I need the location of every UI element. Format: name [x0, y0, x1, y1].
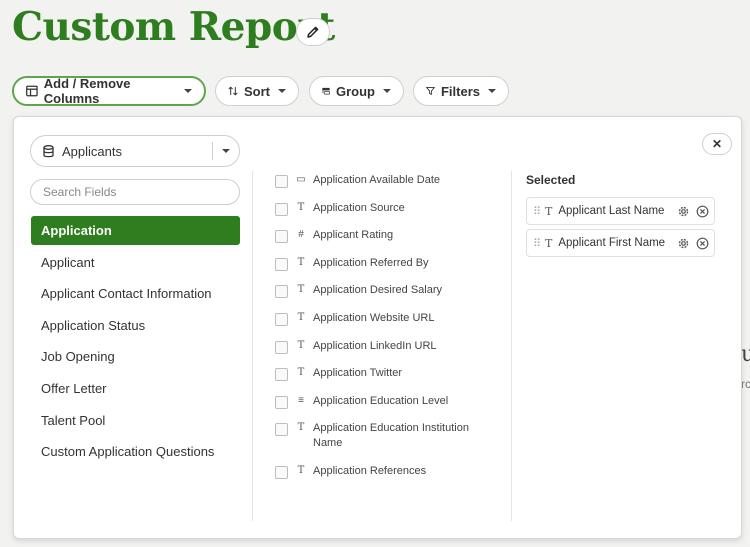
- category-item[interactable]: Application Status: [31, 311, 240, 340]
- page-title: Custom Report: [12, 4, 335, 50]
- field-label: Application Education Institution Name: [313, 422, 469, 449]
- field-option[interactable]: # Applicant Rating: [275, 228, 485, 243]
- field-checkbox[interactable]: [275, 230, 288, 243]
- chevron-down-icon: [383, 89, 391, 93]
- dropdown-toggle[interactable]: [213, 149, 239, 153]
- chevron-down-icon: [278, 89, 286, 93]
- sort-button[interactable]: Sort: [215, 76, 299, 106]
- field-option[interactable]: T Application Referred By: [275, 256, 485, 271]
- drag-handle-icon[interactable]: ⠿: [533, 205, 541, 218]
- category-item[interactable]: Applicant Contact Information: [31, 279, 240, 308]
- column-divider: [511, 171, 512, 521]
- field-checkbox[interactable]: [275, 341, 288, 354]
- database-icon: [43, 144, 54, 157]
- category-item[interactable]: Offer Letter: [31, 374, 240, 403]
- field-label: Application Referred By: [313, 257, 429, 269]
- sort-icon: [228, 86, 238, 96]
- group-button[interactable]: Group: [309, 76, 404, 106]
- chevron-down-icon: [184, 89, 192, 93]
- field-checkbox[interactable]: [275, 368, 288, 381]
- columns-panel: Applicants ApplicationApplicantApplicant…: [13, 116, 742, 539]
- text-icon: T: [297, 465, 305, 476]
- field-checkbox[interactable]: [275, 396, 288, 409]
- field-option[interactable]: T Application References: [275, 464, 485, 479]
- category-item[interactable]: Job Opening: [31, 342, 240, 371]
- field-label: Application Website URL: [313, 312, 435, 324]
- field-option[interactable]: T Application Twitter: [275, 366, 485, 381]
- background-text-fragment: rc: [741, 377, 750, 391]
- search-fields-input[interactable]: [30, 179, 240, 205]
- text-icon: T: [545, 204, 553, 218]
- field-option[interactable]: T Application LinkedIn URL: [275, 339, 485, 354]
- filter-icon: [426, 86, 435, 95]
- text-icon: T: [297, 202, 305, 213]
- close-panel-button[interactable]: ✕: [702, 133, 732, 155]
- field-label: Application Twitter: [313, 367, 403, 379]
- category-item[interactable]: Application: [31, 216, 240, 245]
- gear-icon[interactable]: [676, 204, 690, 218]
- group-icon: [322, 87, 330, 95]
- drag-handle-icon[interactable]: ⠿: [533, 237, 541, 250]
- field-checkbox[interactable]: [275, 285, 288, 298]
- sort-label: Sort: [244, 83, 270, 99]
- field-checkbox[interactable]: [275, 313, 288, 326]
- field-label: Application Source: [313, 202, 405, 214]
- add-remove-columns-button[interactable]: Add / Remove Columns: [12, 76, 206, 106]
- pencil-icon: [307, 26, 319, 38]
- gear-icon[interactable]: [676, 236, 690, 250]
- category-item[interactable]: Applicant: [31, 248, 240, 277]
- text-icon: T: [297, 367, 305, 378]
- filters-label: Filters: [440, 83, 480, 99]
- category-item[interactable]: Talent Pool: [31, 406, 240, 435]
- field-label: Application Available Date: [313, 174, 440, 186]
- chevron-down-icon: [222, 149, 230, 153]
- field-label: Application Desired Salary: [313, 284, 443, 296]
- field-option[interactable]: T Application Source: [275, 201, 485, 216]
- field-checkbox[interactable]: [275, 175, 288, 188]
- column-divider: [252, 171, 253, 521]
- field-label: Applicant Rating: [313, 229, 394, 241]
- field-checkbox[interactable]: [275, 423, 288, 436]
- text-icon: T: [297, 312, 305, 323]
- selected-column-label: Applicant Last Name: [558, 205, 665, 217]
- number-icon: #: [298, 229, 304, 240]
- calendar-icon: ▭: [296, 174, 306, 185]
- list-icon: ≡: [298, 395, 304, 406]
- text-icon: T: [297, 340, 305, 351]
- selected-column-chip[interactable]: ⠿ T Applicant First Name: [526, 229, 715, 257]
- remove-icon[interactable]: [695, 204, 709, 218]
- selected-column-label: Applicant First Name: [558, 237, 666, 249]
- columns-icon: [26, 85, 38, 97]
- field-checkbox[interactable]: [275, 258, 288, 271]
- remove-icon[interactable]: [695, 236, 709, 250]
- selected-heading: Selected: [526, 173, 576, 187]
- category-list: Application Applicant Applicant Contact In…: [31, 216, 240, 469]
- background-text-fragment: u: [741, 342, 750, 367]
- add-remove-columns-label: Add / Remove Columns: [43, 76, 131, 106]
- text-icon: T: [297, 257, 305, 268]
- text-icon: T: [545, 236, 553, 250]
- field-label: Application LinkedIn URL: [313, 340, 437, 352]
- group-label: Group: [336, 83, 375, 99]
- field-option[interactable]: ▭ Application Available Date: [275, 173, 485, 188]
- source-select[interactable]: Applicants: [30, 135, 240, 167]
- filters-button[interactable]: Filters: [413, 76, 509, 106]
- field-option[interactable]: T Application Website URL: [275, 311, 485, 326]
- close-icon: ✕: [711, 137, 723, 151]
- field-option[interactable]: T Application Desired Salary: [275, 283, 485, 298]
- field-checkbox[interactable]: [275, 203, 288, 216]
- field-label: Application References: [313, 465, 427, 477]
- edit-title-button[interactable]: [296, 18, 330, 46]
- chevron-down-icon: [488, 89, 496, 93]
- selected-column-chip[interactable]: ⠿ T Applicant Last Name: [526, 197, 715, 225]
- field-option[interactable]: T Application Education Institution Name: [275, 421, 485, 451]
- text-icon: T: [297, 422, 305, 433]
- source-select-value: Applicants: [62, 143, 122, 159]
- field-checkbox[interactable]: [275, 466, 288, 479]
- category-item[interactable]: Custom Application Questions: [31, 437, 240, 466]
- text-icon: T: [297, 284, 305, 295]
- field-option[interactable]: ≡ Application Education Level: [275, 394, 485, 409]
- field-label: Application Education Level: [313, 395, 449, 407]
